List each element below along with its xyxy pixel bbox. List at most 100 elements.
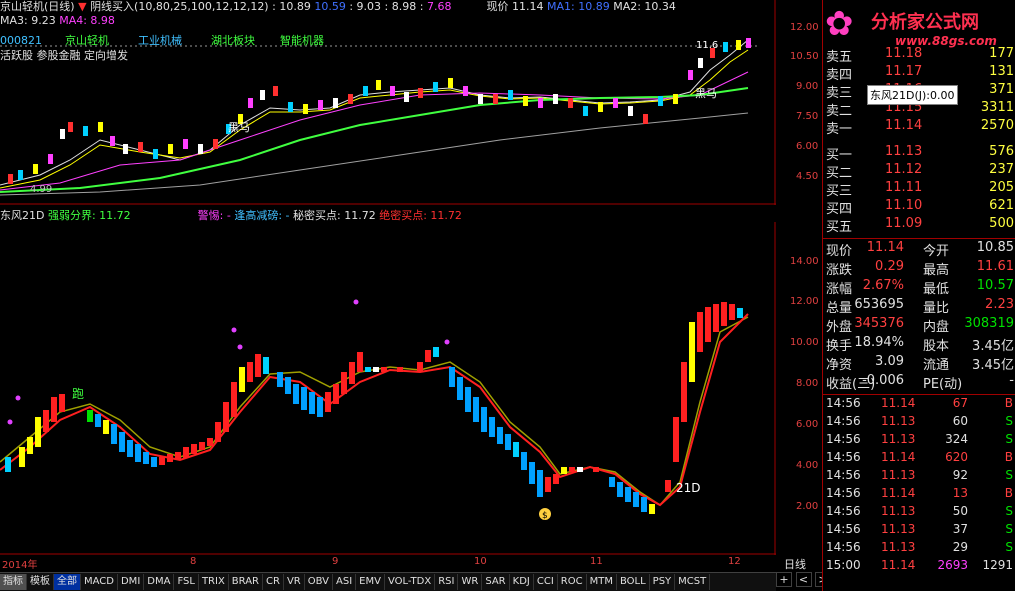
stat-value: 653695 [854,297,904,312]
indicator-bar [633,492,639,507]
tick-row: 14:56 11.14 67 B [823,396,1015,414]
tab-dmi[interactable]: DMI [118,574,145,590]
order-row[interactable]: 买二 11.12 237 [823,162,1015,181]
line-value-1: 10.89 [279,0,311,13]
tag-region[interactable]: 湖北板块 [211,34,255,47]
tick-volume: 37 [952,522,968,536]
candle [273,86,278,96]
ma4-label: MA4: 8.98 [59,14,115,27]
tab-rsi[interactable]: RSI [435,574,459,590]
date-tick: 11 [590,556,603,567]
tick-side: 1291 [982,558,1013,572]
tab-roc[interactable]: ROC [558,574,587,590]
candle [68,122,73,132]
warn-label: 警惕: - [197,209,231,222]
tab-vol-tdx[interactable]: VOL-TDX [385,574,436,590]
indicator-bar [641,497,647,512]
stat-label: 量比 [923,301,950,316]
date-tick: 2014年 [2,560,38,571]
tab-cr[interactable]: CR [263,574,284,590]
tab-psy[interactable]: PSY [650,574,676,590]
tab-asi[interactable]: ASI [333,574,357,590]
stat-value: 11.61 [976,259,1014,274]
tab-boll[interactable]: BOLL [617,574,650,590]
tick-side: B [1004,486,1013,500]
tag-industry[interactable]: 工业机械 [138,34,182,47]
stat-value: 10.85 [976,240,1014,255]
indicator-bar [207,438,213,446]
date-tick: 12 [728,556,741,567]
order-row[interactable]: 卖四 11.17 131 [823,64,1015,83]
tag-name[interactable]: 京山轻机 [65,34,109,47]
indicator-name[interactable]: 东风21D [0,209,44,222]
stat-label: 换手 [826,339,853,354]
stat-value: 3.09 [875,354,904,369]
period-label[interactable]: 日线 [784,556,806,572]
tab-emv[interactable]: EMV [356,574,385,590]
line-value-4: 8.98 [391,0,417,13]
tag-concept[interactable]: 智能机器 [280,34,324,47]
indicator-bar [199,442,205,450]
tab-kdj[interactable]: KDJ [510,574,534,590]
tab-sar[interactable]: SAR [482,574,510,590]
zoom-in-button[interactable]: + [776,572,792,587]
order-row[interactable]: 卖五 11.18 177 [823,46,1015,65]
stat-value: 2.23 [985,297,1014,312]
tab-brar[interactable]: BRAR [229,574,263,590]
tick-time: 14:56 [826,522,861,536]
order-row[interactable]: 买三 11.11 205 [823,180,1015,199]
order-label: 买三 [826,184,853,199]
indicator-bar [513,442,519,457]
candle [18,170,23,180]
stock-description: 活跃股 参股金融 定向增发 [0,49,128,62]
tab-模板[interactable]: 模板 [27,574,54,590]
stock-tags: 000821 京山轻机 工业机械 湖北板块 智能机器 [0,32,324,48]
indicator-bar [433,347,439,357]
tab-mtm[interactable]: MTM [587,574,617,590]
tab-dma[interactable]: DMA [144,574,175,590]
indicator-bar [167,454,173,462]
indicator-bar [87,410,93,422]
tab-wr[interactable]: WR [458,574,483,590]
warning-dot [231,327,237,333]
tab-cci[interactable]: CCI [534,574,558,590]
tab-trix[interactable]: TRIX [199,574,229,590]
order-price: 11.18 [885,46,923,61]
order-row[interactable]: 买四 11.10 621 [823,198,1015,217]
candle [404,92,409,102]
indicator-bar [521,452,527,470]
candle [658,96,663,106]
tab-指标[interactable]: 指标 [0,574,27,590]
price-chart[interactable]: 黑马 黑马 4.99 11.6 [0,0,776,205]
date-tick: 9 [332,556,339,567]
tab-obv[interactable]: OBV [305,574,333,590]
tab-macd[interactable]: MACD [81,574,118,590]
stat-label: 涨跌 [826,263,853,278]
order-row[interactable]: 卖一 11.14 2570 [823,118,1015,137]
order-row[interactable]: 买一 11.13 576 [823,144,1015,163]
order-row[interactable]: 买五 11.09 500 [823,216,1015,235]
prev-button[interactable]: < [795,572,812,587]
ind-tick: 2.00 [796,501,819,512]
indicator-bar [111,424,117,444]
tick-row: 14:56 11.13 60 S [823,414,1015,432]
price-tick: 7.50 [796,111,819,122]
indicator-chart[interactable]: 跑 21D $ [0,222,776,555]
order-volume: 2570 [980,118,1014,133]
indicator-bar [191,444,197,454]
tick-volume: 50 [952,504,968,518]
candle [698,58,703,68]
indicator-bar [505,434,511,450]
tab-mcst[interactable]: MCST [675,574,711,590]
tab-vr[interactable]: VR [284,574,305,590]
tab-fsl[interactable]: FSL [174,574,199,590]
ind-tick: 10.00 [790,337,819,348]
tab-全部[interactable]: 全部 [54,574,81,590]
tooltip: 东风21D(J):0.00 [867,85,958,105]
candle [508,90,513,100]
indicator-bar [473,397,479,422]
stock-title: 京山轻机(日线) [0,0,75,13]
candle [553,94,558,104]
indicator-bar [689,322,695,382]
indicator-bar [127,440,133,457]
